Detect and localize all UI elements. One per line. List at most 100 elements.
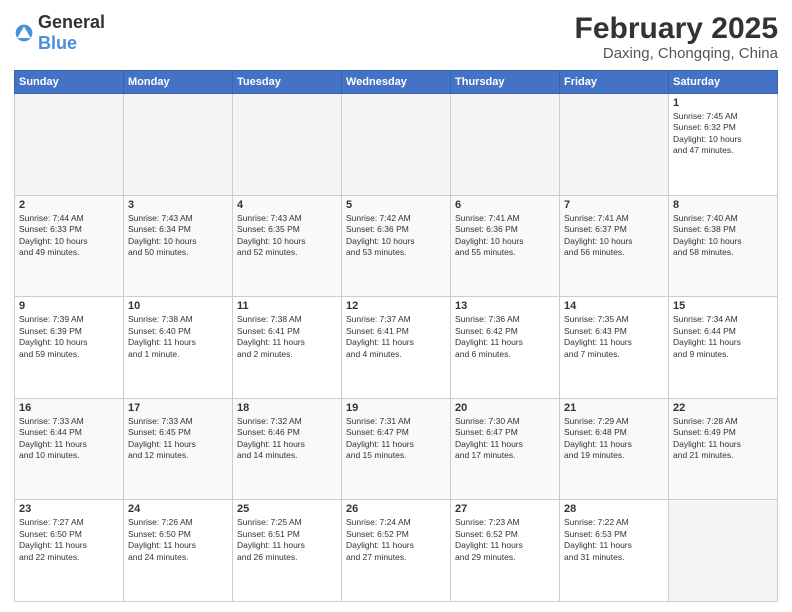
day-number: 5 [346,199,446,211]
calendar-table: Sunday Monday Tuesday Wednesday Thursday… [14,70,778,602]
day-info: Sunrise: 7:22 AM Sunset: 6:53 PM Dayligh… [564,517,664,563]
day-number: 17 [128,402,228,414]
day-info: Sunrise: 7:30 AM Sunset: 6:47 PM Dayligh… [455,416,555,462]
day-number: 13 [455,300,555,312]
day-info: Sunrise: 7:33 AM Sunset: 6:44 PM Dayligh… [19,416,119,462]
table-row: 11Sunrise: 7:38 AM Sunset: 6:41 PM Dayli… [233,297,342,399]
logo-general: General [38,12,105,32]
table-row: 16Sunrise: 7:33 AM Sunset: 6:44 PM Dayli… [15,398,124,500]
table-row: 23Sunrise: 7:27 AM Sunset: 6:50 PM Dayli… [15,500,124,602]
col-thursday: Thursday [451,71,560,94]
table-row: 19 Sunrise: 7:31 AM Sunset: 6:47 PM Dayli… [342,398,451,500]
day-info: Sunrise: 7:24 AM Sunset: 6:52 PM Dayligh… [346,517,446,563]
day-number: 25 [237,503,337,515]
day-number: 9 [19,300,119,312]
day-info: Sunrise: 7:31 AM Sunset: 6:47 PM Dayligh… [346,416,446,462]
day-info: Sunrise: 7:37 AM Sunset: 6:41 PM Dayligh… [346,314,446,360]
table-row: 18 Sunrise: 7:32 AM Sunset: 6:46 PM Dayli… [233,398,342,500]
logo-text: General Blue [38,12,105,54]
table-row: 7 Sunrise: 7:41 AM Sunset: 6:37 PM Daylig… [560,195,669,297]
day-info: Sunrise: 7:27 AM Sunset: 6:50 PM Dayligh… [19,517,119,563]
day-number: 6 [455,199,555,211]
day-number: 7 [564,199,664,211]
table-row: 10 Sunrise: 7:38 AM Sunset: 6:40 PM Dayli… [124,297,233,399]
day-info: Sunrise: 7:26 AM Sunset: 6:50 PM Dayligh… [128,517,228,563]
page: General Blue February 2025 Daxing, Chong… [0,0,792,612]
day-info: Sunrise: 7:39 AM Sunset: 6:39 PM Dayligh… [19,314,119,360]
day-info: Sunrise: 7:44 AM Sunset: 6:33 PM Dayligh… [19,213,119,259]
table-row: 3 Sunrise: 7:43 AM Sunset: 6:34 PM Daylig… [124,195,233,297]
day-number: 27 [455,503,555,515]
location: Daxing, Chongqing, China [575,45,778,62]
day-number: 12 [346,300,446,312]
calendar-week-row: 1 Sunrise: 7:45 AM Sunset: 6:32 PM Daylig… [15,94,778,196]
day-number: 28 [564,503,664,515]
day-info: Sunrise: 7:38 AM Sunset: 6:40 PM Dayligh… [128,314,228,360]
month-year: February 2025 [575,12,778,45]
logo-blue: Blue [38,33,77,53]
col-friday: Friday [560,71,669,94]
table-row: 15 Sunrise: 7:34 AM Sunset: 6:44 PM Dayli… [669,297,778,399]
day-info: Sunrise: 7:34 AM Sunset: 6:44 PM Dayligh… [673,314,773,360]
table-row [451,94,560,196]
col-saturday: Saturday [669,71,778,94]
day-number: 10 [128,300,228,312]
day-info: Sunrise: 7:28 AM Sunset: 6:49 PM Dayligh… [673,416,773,462]
day-info: Sunrise: 7:41 AM Sunset: 6:36 PM Dayligh… [455,213,555,259]
logo-icon [14,23,34,43]
day-number: 8 [673,199,773,211]
table-row: 27Sunrise: 7:23 AM Sunset: 6:52 PM Dayli… [451,500,560,602]
calendar-header-row: Sunday Monday Tuesday Wednesday Thursday… [15,71,778,94]
table-row: 1 Sunrise: 7:45 AM Sunset: 6:32 PM Daylig… [669,94,778,196]
day-number: 2 [19,199,119,211]
day-number: 24 [128,503,228,515]
day-info: Sunrise: 7:41 AM Sunset: 6:37 PM Dayligh… [564,213,664,259]
day-info: Sunrise: 7:32 AM Sunset: 6:46 PM Dayligh… [237,416,337,462]
title-block: February 2025 Daxing, Chongqing, China [575,12,778,62]
day-number: 4 [237,199,337,211]
table-row: 8 Sunrise: 7:40 AM Sunset: 6:38 PM Daylig… [669,195,778,297]
table-row [669,500,778,602]
day-number: 21 [564,402,664,414]
table-row: 28 Sunrise: 7:22 AM Sunset: 6:53 PM Dayli… [560,500,669,602]
table-row: 24 Sunrise: 7:26 AM Sunset: 6:50 PM Dayli… [124,500,233,602]
table-row: 25 Sunrise: 7:25 AM Sunset: 6:51 PM Dayli… [233,500,342,602]
logo: General Blue [14,12,105,54]
day-info: Sunrise: 7:29 AM Sunset: 6:48 PM Dayligh… [564,416,664,462]
table-row [560,94,669,196]
header: General Blue February 2025 Daxing, Chong… [14,12,778,62]
day-info: Sunrise: 7:43 AM Sunset: 6:34 PM Dayligh… [128,213,228,259]
day-number: 15 [673,300,773,312]
table-row: 9 Sunrise: 7:39 AM Sunset: 6:39 PM Daylig… [15,297,124,399]
col-tuesday: Tuesday [233,71,342,94]
day-info: Sunrise: 7:45 AM Sunset: 6:32 PM Dayligh… [673,111,773,157]
table-row: 21 Sunrise: 7:29 AM Sunset: 6:48 PM Dayli… [560,398,669,500]
table-row [15,94,124,196]
table-row: 14 Sunrise: 7:35 AM Sunset: 6:43 PM Dayli… [560,297,669,399]
day-info: Sunrise: 7:25 AM Sunset: 6:51 PM Dayligh… [237,517,337,563]
day-number: 1 [673,97,773,109]
day-info: Sunrise: 7:43 AM Sunset: 6:35 PM Dayligh… [237,213,337,259]
day-info: Sunrise: 7:35 AM Sunset: 6:43 PM Dayligh… [564,314,664,360]
col-sunday: Sunday [15,71,124,94]
day-number: 20 [455,402,555,414]
table-row: 26Sunrise: 7:24 AM Sunset: 6:52 PM Dayli… [342,500,451,602]
day-number: 3 [128,199,228,211]
day-info: Sunrise: 7:33 AM Sunset: 6:45 PM Dayligh… [128,416,228,462]
calendar-week-row: 2 Sunrise: 7:44 AM Sunset: 6:33 PM Daylig… [15,195,778,297]
table-row: 5Sunrise: 7:42 AM Sunset: 6:36 PM Daylig… [342,195,451,297]
col-monday: Monday [124,71,233,94]
day-info: Sunrise: 7:40 AM Sunset: 6:38 PM Dayligh… [673,213,773,259]
day-number: 14 [564,300,664,312]
table-row: 2 Sunrise: 7:44 AM Sunset: 6:33 PM Daylig… [15,195,124,297]
table-row [342,94,451,196]
calendar-week-row: 16Sunrise: 7:33 AM Sunset: 6:44 PM Dayli… [15,398,778,500]
table-row [124,94,233,196]
day-number: 11 [237,300,337,312]
calendar-week-row: 23Sunrise: 7:27 AM Sunset: 6:50 PM Dayli… [15,500,778,602]
calendar-week-row: 9 Sunrise: 7:39 AM Sunset: 6:39 PM Daylig… [15,297,778,399]
col-wednesday: Wednesday [342,71,451,94]
day-number: 18 [237,402,337,414]
table-row: 6 Sunrise: 7:41 AM Sunset: 6:36 PM Daylig… [451,195,560,297]
day-number: 19 [346,402,446,414]
